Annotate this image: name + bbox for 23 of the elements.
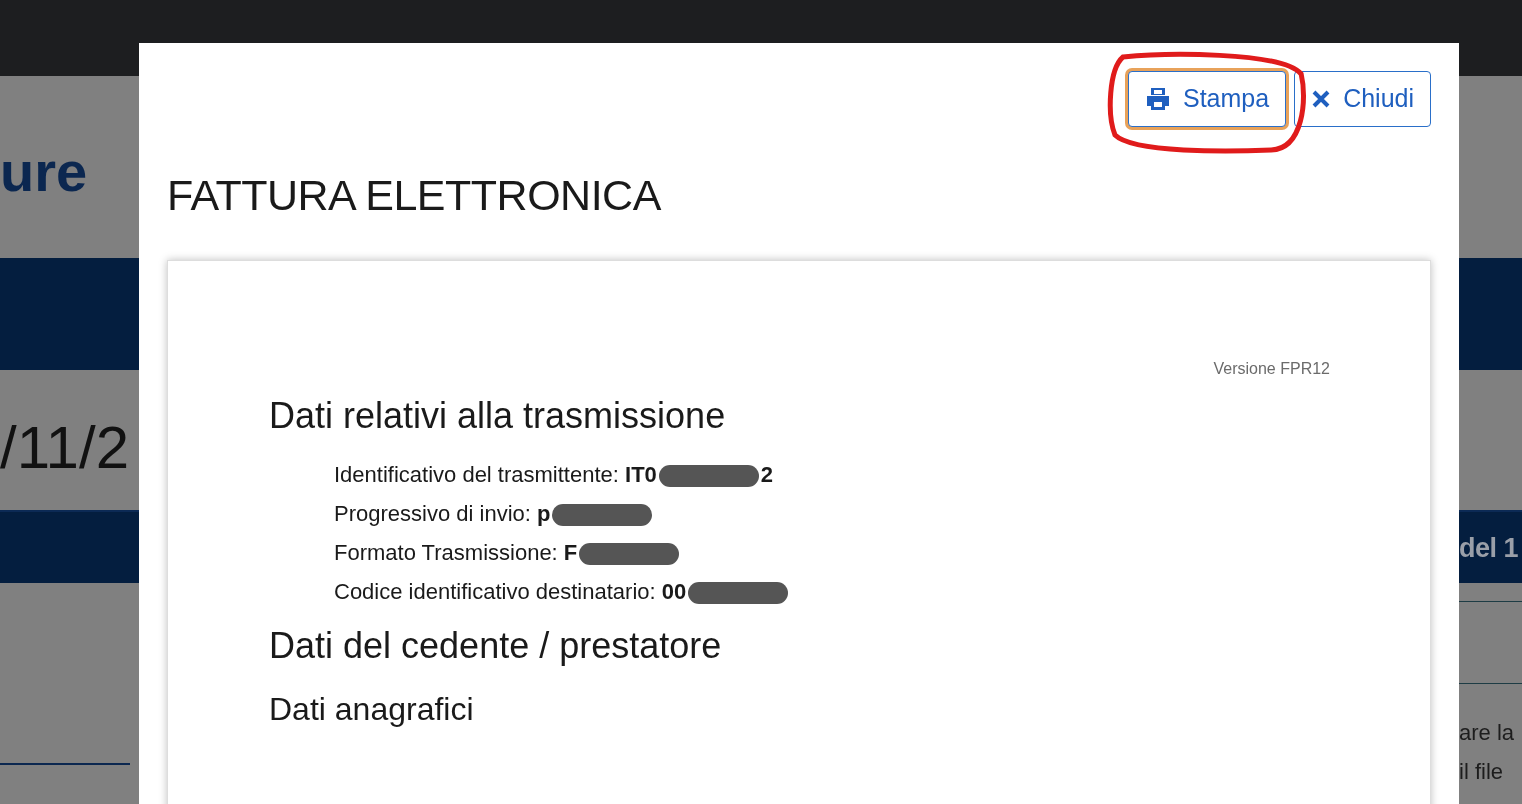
field-value: 00 [661, 578, 687, 604]
close-button[interactable]: Chiudi [1294, 71, 1431, 127]
field-value: F [563, 539, 578, 565]
body-text: are la [1459, 719, 1516, 747]
page-title: ure [0, 144, 89, 200]
field-label: Progressivo di invio: [334, 500, 532, 526]
field-label: Codice identificativo destinatario: [334, 578, 657, 604]
modal-title: FATTURA ELETTRONICA [167, 170, 662, 221]
date-text: /11/2 [0, 418, 130, 478]
section-heading: Dati del cedente / prestatore [269, 623, 723, 668]
version-text: Versione FPR12 [1213, 359, 1330, 377]
body-text: il file [1459, 758, 1504, 786]
printer-icon [1144, 86, 1171, 112]
field-label: Formato Trasmissione: [334, 539, 559, 565]
section-heading: Dati relativi alla trasmissione [269, 393, 727, 438]
field-value: p [537, 500, 551, 526]
section-heading: Dati anagrafici [269, 689, 475, 729]
field-label: Identificativo del trasmittente: [334, 461, 620, 487]
field-value: IT0 [625, 461, 657, 487]
field-value: 2 [760, 461, 774, 487]
close-icon [1311, 89, 1332, 109]
band-heading: del 1 [1459, 532, 1520, 565]
print-button[interactable]: Stampa [1127, 71, 1287, 127]
